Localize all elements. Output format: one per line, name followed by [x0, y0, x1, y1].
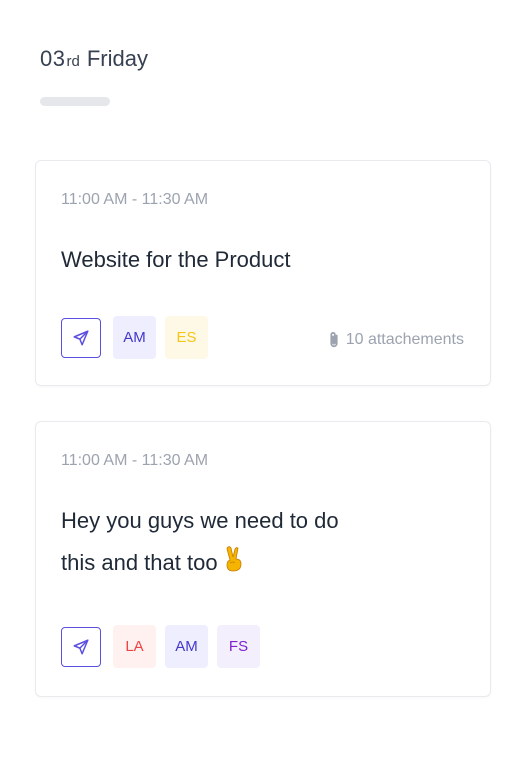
event-title-line: this and that too: [61, 550, 218, 575]
send-icon: [73, 330, 89, 345]
day-header: 03 rd Friday: [40, 46, 148, 72]
paperclip-icon: [328, 331, 340, 349]
event-title: Hey you guys we need to do this and that…: [61, 500, 391, 587]
send-button[interactable]: [61, 317, 101, 358]
header-underline: [40, 97, 110, 106]
event-card[interactable]: 11:00 AM - 11:30 AM Hey you guys we need…: [35, 421, 491, 697]
send-button[interactable]: [61, 626, 101, 667]
event-actions: AM ES: [61, 316, 208, 359]
event-time: 11:00 AM - 11:30 AM: [61, 452, 209, 469]
event-title: Website for the Product: [61, 247, 291, 272]
avatar-fs[interactable]: FS: [217, 625, 260, 668]
attachments-label: 10 attachements: [345, 331, 464, 348]
day-number: 03: [40, 46, 66, 71]
event-title-line: Hey you guys we need to do: [61, 508, 339, 533]
attachments-link[interactable]: 10 attachements: [328, 331, 464, 349]
victory-hand-icon: [222, 545, 246, 587]
avatar-la[interactable]: LA: [113, 625, 156, 668]
schedule-page: 03 rd Friday 11:00 AM - 11:30 AM Website…: [0, 0, 526, 761]
event-time: 11:00 AM - 11:30 AM: [61, 191, 209, 208]
event-card[interactable]: 11:00 AM - 11:30 AM Website for the Prod…: [35, 160, 491, 386]
avatar-am[interactable]: AM: [113, 316, 156, 359]
avatar-es[interactable]: ES: [165, 316, 208, 359]
day-name: Friday: [86, 46, 148, 71]
event-actions: LA AM FS: [61, 625, 260, 668]
send-icon: [73, 639, 89, 654]
day-suffix: rd: [66, 53, 80, 70]
avatar-am[interactable]: AM: [165, 625, 208, 668]
